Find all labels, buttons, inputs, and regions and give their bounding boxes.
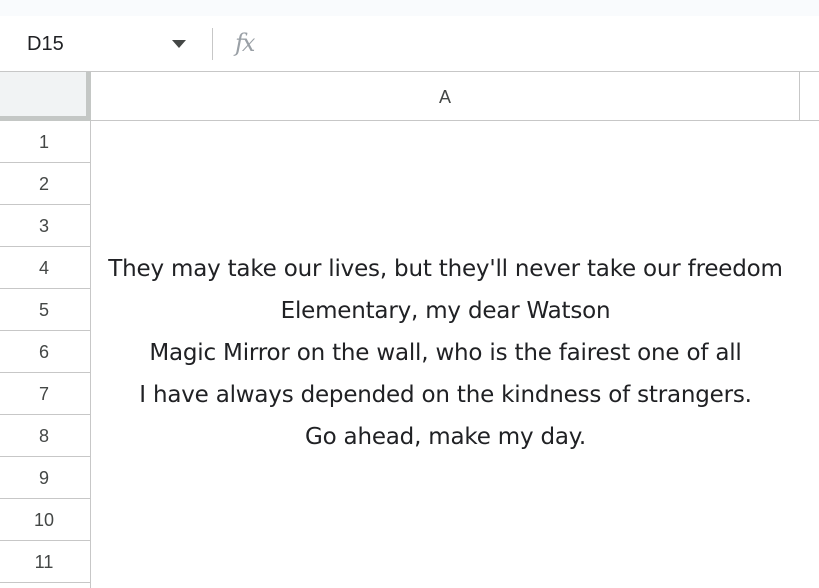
- name-box-value: D15: [27, 33, 64, 55]
- cell-a10[interactable]: [91, 499, 819, 541]
- row-number: 11: [34, 552, 54, 572]
- row-header[interactable]: 1: [0, 121, 90, 163]
- cell-a9[interactable]: [91, 457, 819, 499]
- cell-value: They may take our lives, but they'll nev…: [108, 256, 783, 282]
- column-header-next[interactable]: [800, 72, 819, 121]
- row-header[interactable]: 6: [0, 331, 90, 373]
- row-header[interactable]: 7: [0, 373, 90, 415]
- row-number: 1: [38, 132, 49, 152]
- row-number: 10: [33, 510, 55, 530]
- row-header[interactable]: 8: [0, 415, 90, 457]
- row-header[interactable]: 4: [0, 247, 90, 289]
- row-header[interactable]: 2: [0, 163, 90, 205]
- formula-bar-divider: [212, 28, 213, 60]
- cell-a5[interactable]: Elementary, my dear Watson: [91, 289, 819, 331]
- cell-a1[interactable]: [91, 121, 819, 163]
- cell-a7[interactable]: I have always depended on the kindness o…: [91, 373, 819, 415]
- row-number: 9: [38, 468, 49, 488]
- row-headers: 1 2 3 4 5 6 7 8 9 10 11: [0, 121, 91, 588]
- row-number: 3: [38, 216, 49, 236]
- column-header-a[interactable]: A: [91, 72, 800, 121]
- name-box[interactable]: D15: [0, 16, 200, 72]
- cell-a3[interactable]: [91, 205, 819, 247]
- cell-value: Elementary, my dear Watson: [280, 298, 611, 324]
- cell-a6[interactable]: Magic Mirror on the wall, who is the fai…: [91, 331, 819, 373]
- row-number: 2: [38, 174, 49, 194]
- row-header[interactable]: 3: [0, 205, 90, 247]
- row-number: 4: [38, 258, 49, 278]
- dropdown-arrow-icon[interactable]: [172, 40, 186, 48]
- row-number: 6: [38, 342, 49, 362]
- cell-a2[interactable]: [91, 163, 819, 205]
- toolbar-edge: [0, 0, 819, 16]
- row-header[interactable]: 11: [0, 541, 90, 583]
- row-number: 8: [38, 426, 49, 446]
- row-header[interactable]: 10: [0, 499, 90, 541]
- cell-a11[interactable]: [91, 541, 819, 583]
- cell-value: Go ahead, make my day.: [304, 424, 587, 450]
- row-header[interactable]: 5: [0, 289, 90, 331]
- cell-a4[interactable]: They may take our lives, but they'll nev…: [91, 247, 819, 289]
- row-number: 7: [38, 384, 49, 404]
- column-header-label: A: [438, 87, 451, 107]
- cell-area[interactable]: They may take our lives, but they'll nev…: [91, 121, 819, 588]
- cell-value: I have always depended on the kindness o…: [139, 382, 752, 408]
- row-number: 5: [38, 300, 49, 320]
- cell-a8[interactable]: Go ahead, make my day.: [91, 415, 819, 457]
- row-header[interactable]: 9: [0, 457, 90, 499]
- formula-bar: D15 fx: [0, 16, 819, 72]
- select-all-corner[interactable]: [0, 72, 91, 121]
- sheet-grid[interactable]: A 1 2 3 4 5 6 7 8 9 10 11 They may take …: [0, 72, 819, 588]
- cell-value: Magic Mirror on the wall, who is the fai…: [149, 340, 742, 366]
- fx-icon: fx: [235, 29, 255, 57]
